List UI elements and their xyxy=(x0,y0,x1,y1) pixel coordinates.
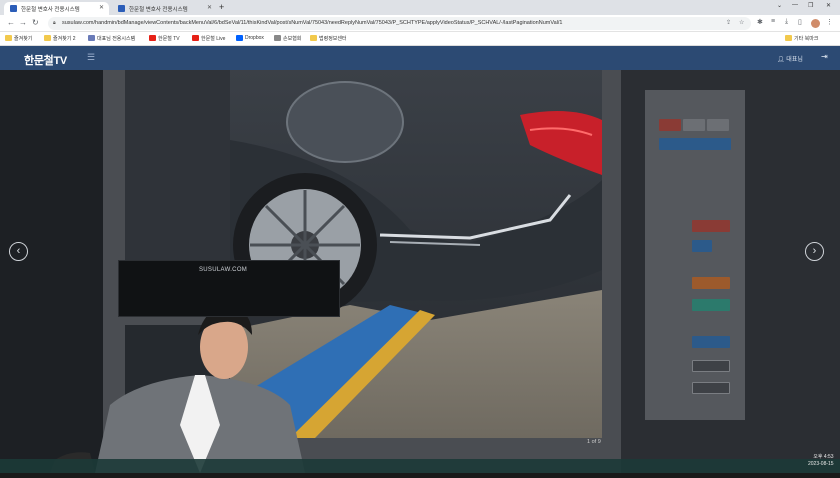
system-clock[interactable]: 오후 4:53 2023-08-15 xyxy=(808,454,834,468)
close-tab-icon[interactable]: ✕ xyxy=(99,4,104,11)
image-counter: 1 of 9 xyxy=(587,439,601,445)
globe-icon xyxy=(274,35,281,41)
next-image-button[interactable]: › xyxy=(805,242,824,261)
dimmed-button xyxy=(692,299,730,311)
close-tab-icon[interactable]: ✕ xyxy=(207,4,212,11)
share-icon[interactable]: ⇪ xyxy=(726,19,731,26)
browser-tab-active[interactable]: 한문철 변호사 전용시스템 ✕ xyxy=(4,2,109,15)
site-logo[interactable]: 한문철TV xyxy=(24,52,67,68)
hamburger-icon[interactable]: ☰ xyxy=(87,52,95,63)
browser-window: 한문철 변호사 전용시스템 ✕ 한문철 변호사 전용시스템 ✕ + ⌄ — ❐ … xyxy=(0,0,840,473)
bookmark-item[interactable]: Dropbox xyxy=(236,35,264,41)
download-icon[interactable]: ⤓ xyxy=(785,18,788,26)
bookmark-item[interactable]: 한문철 TV xyxy=(149,35,180,42)
user-menu[interactable]: 👤︎ 대표님 xyxy=(777,54,803,63)
back-icon[interactable]: ← xyxy=(7,18,15,27)
bookmark-item[interactable]: 손보협회 xyxy=(274,35,301,42)
browser-toolbar: ← → ↻ 🔒︎ susulaw.com/handmin/bdManage/vi… xyxy=(0,15,840,32)
tab-title: 한문철 변호사 전용시스템 xyxy=(21,7,80,13)
bookmark-item[interactable]: 즐겨찾기 xyxy=(5,35,32,42)
forward-icon[interactable]: → xyxy=(19,18,27,27)
folder-icon xyxy=(5,35,12,41)
dimmed-button xyxy=(692,336,730,348)
folder-icon xyxy=(44,35,51,41)
dimmed-button xyxy=(659,138,731,150)
other-bookmarks[interactable]: 기타 북마크 xyxy=(785,35,818,42)
site-header: 한문철TV ☰ 👤︎ 대표님 ⇥ xyxy=(0,46,840,70)
profile-avatar[interactable] xyxy=(811,19,820,28)
url-text: susulaw.com/handmin/bdManage/viewContent… xyxy=(62,20,563,26)
tab-title: 한문철 변호사 전용시스템 xyxy=(129,7,188,13)
bookmark-item[interactable]: 즐겨찾기 2 xyxy=(44,35,76,42)
minimize-button[interactable]: — xyxy=(792,2,798,8)
monitor-label: SUSULAW.COM xyxy=(199,267,248,273)
youtube-icon xyxy=(192,35,199,41)
dimmed-button xyxy=(692,240,712,252)
dimmed-button xyxy=(707,119,729,131)
presenter-webcam-overlay xyxy=(0,295,400,473)
bookmark-star-icon[interactable]: ☆ xyxy=(739,19,744,26)
lightbox-overlay: 1 of 9 ‹ › SUSULAW.COM xyxy=(0,70,840,473)
presenter-image xyxy=(50,307,305,473)
page-icon xyxy=(88,35,95,41)
new-tab-button[interactable]: + xyxy=(219,2,224,12)
logout-icon[interactable]: ⇥ xyxy=(821,52,828,61)
bookmarks-bar: 즐겨찾기 즐겨찾기 2 대표님 전용시스템 한문철 TV 한문철 Live Dr… xyxy=(0,32,840,46)
lock-icon: 🔒︎ xyxy=(53,20,56,26)
dimmed-side-panel xyxy=(645,90,745,420)
browser-tab[interactable]: 한문철 변호사 전용시스템 ✕ xyxy=(112,2,217,15)
browser-menu-icon[interactable]: ⋮ xyxy=(826,18,833,26)
dimmed-button xyxy=(692,220,730,232)
tab-search-icon[interactable]: ⌄ xyxy=(777,2,782,9)
close-window-button[interactable]: ✕ xyxy=(826,2,831,9)
tab-strip: 한문철 변호사 전용시스템 ✕ 한문철 변호사 전용시스템 ✕ + ⌄ — ❐ … xyxy=(0,0,840,15)
side-panel-icon[interactable]: ▯ xyxy=(798,18,802,26)
dimmed-button xyxy=(692,277,730,289)
site-favicon-icon xyxy=(118,5,125,12)
youtube-icon xyxy=(149,35,156,41)
dropbox-icon xyxy=(236,35,243,41)
dimmed-button xyxy=(692,382,730,394)
bookmark-item[interactable]: 대표님 전용시스템 xyxy=(88,35,135,42)
maximize-button[interactable]: ❐ xyxy=(808,2,813,9)
extensions-icon[interactable]: ✱ xyxy=(757,18,763,26)
bookmark-item[interactable]: 한문철 Live xyxy=(192,35,225,42)
folder-icon xyxy=(310,35,317,41)
taskbar xyxy=(0,459,840,473)
reload-icon[interactable]: ↻ xyxy=(32,18,39,27)
folder-icon xyxy=(785,35,792,41)
dimmed-button xyxy=(659,119,681,131)
address-bar[interactable]: 🔒︎ susulaw.com/handmin/bdManage/viewCont… xyxy=(48,17,751,30)
studio-monitor: SUSULAW.COM xyxy=(118,260,340,317)
dimmed-button xyxy=(692,360,730,372)
previous-image-button[interactable]: ‹ xyxy=(9,242,28,261)
reading-list-icon[interactable]: ≡ xyxy=(771,18,775,25)
site-favicon-icon xyxy=(10,5,17,12)
dimmed-button xyxy=(683,119,705,131)
bookmark-item[interactable]: 법령정보센터 xyxy=(310,35,347,42)
